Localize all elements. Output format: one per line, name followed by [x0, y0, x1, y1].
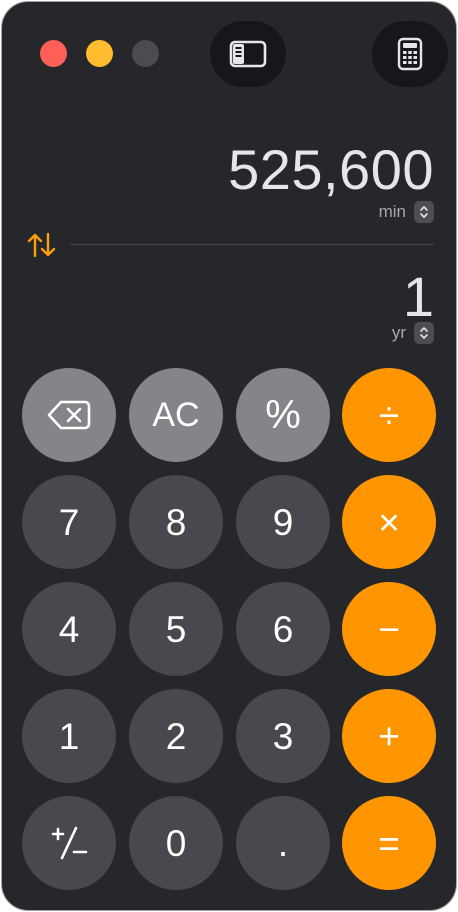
- multiply-button[interactable]: ×: [342, 475, 436, 569]
- primary-display-value: 525,600: [228, 138, 434, 201]
- digit-4-button[interactable]: 4: [22, 582, 116, 676]
- minimize-button[interactable]: [86, 40, 113, 67]
- add-button[interactable]: +: [342, 689, 436, 783]
- sign-toggle-button[interactable]: [22, 796, 116, 890]
- add-label: +: [378, 715, 400, 757]
- secondary-unit-label: yr: [391, 323, 406, 342]
- digit-9-button[interactable]: 9: [236, 475, 330, 569]
- secondary-unit-selector[interactable]: yr: [392, 322, 434, 344]
- digit-1-button[interactable]: 1: [22, 689, 116, 783]
- close-button[interactable]: [40, 40, 67, 67]
- digit-2-button[interactable]: 2: [129, 689, 223, 783]
- digit-0-button[interactable]: 0: [129, 796, 223, 890]
- divide-label: ÷: [378, 394, 400, 436]
- digit-7-label: 7: [58, 501, 80, 543]
- digit-5-label: 5: [165, 608, 187, 650]
- digit-3-button[interactable]: 3: [236, 689, 330, 783]
- primary-unit-selector[interactable]: min: [379, 201, 434, 223]
- percent-button[interactable]: %: [236, 368, 330, 462]
- digit-1-label: 1: [58, 715, 80, 757]
- digit-9-label: 9: [272, 501, 294, 543]
- percent-label: %: [265, 393, 301, 437]
- all-clear-button[interactable]: AC: [129, 368, 223, 462]
- all-clear-label: AC: [152, 396, 200, 434]
- backspace-button[interactable]: [22, 368, 116, 462]
- sidebar-icon: [229, 40, 267, 68]
- equals-label: =: [378, 822, 400, 864]
- primary-unit-stepper[interactable]: [414, 201, 434, 223]
- digit-8-label: 8: [165, 501, 187, 543]
- zoom-button[interactable]: [132, 40, 159, 67]
- digit-6-label: 6: [272, 608, 294, 650]
- digit-4-label: 4: [58, 608, 80, 650]
- decimal-button[interactable]: .: [236, 796, 330, 890]
- secondary-display-value: 1: [402, 265, 434, 328]
- decimal-label: .: [277, 822, 289, 864]
- secondary-unit-stepper[interactable]: [414, 322, 434, 344]
- divide-button[interactable]: ÷: [342, 368, 436, 462]
- toggle-sidebar-button[interactable]: [210, 21, 286, 87]
- digit-2-label: 2: [165, 715, 187, 757]
- subtract-button[interactable]: −: [342, 582, 436, 676]
- chevron-up-down-icon: [420, 206, 428, 218]
- digit-3-label: 3: [272, 715, 294, 757]
- plus-minus-icon: [51, 826, 88, 860]
- digit-5-button[interactable]: 5: [129, 582, 223, 676]
- digit-8-button[interactable]: 8: [129, 475, 223, 569]
- subtract-label: −: [378, 608, 400, 650]
- digit-7-button[interactable]: 7: [22, 475, 116, 569]
- chevron-up-down-icon: [420, 327, 428, 339]
- equals-button[interactable]: =: [342, 796, 436, 890]
- display-divider: [70, 244, 434, 245]
- delete-left-icon: [47, 400, 91, 430]
- swap-arrows-icon: [27, 232, 56, 258]
- swap-units-button[interactable]: [26, 231, 58, 259]
- primary-unit-label: min: [378, 202, 406, 221]
- calculator-icon: [397, 37, 423, 71]
- calculator-mode-button[interactable]: [372, 21, 448, 87]
- multiply-label: ×: [378, 501, 400, 543]
- digit-6-button[interactable]: 6: [236, 582, 330, 676]
- digit-0-label: 0: [165, 822, 187, 864]
- calculator-window: 525,600 min 1 yr AC % ÷ 7 8 9 × 4 5 6 − …: [2, 2, 456, 910]
